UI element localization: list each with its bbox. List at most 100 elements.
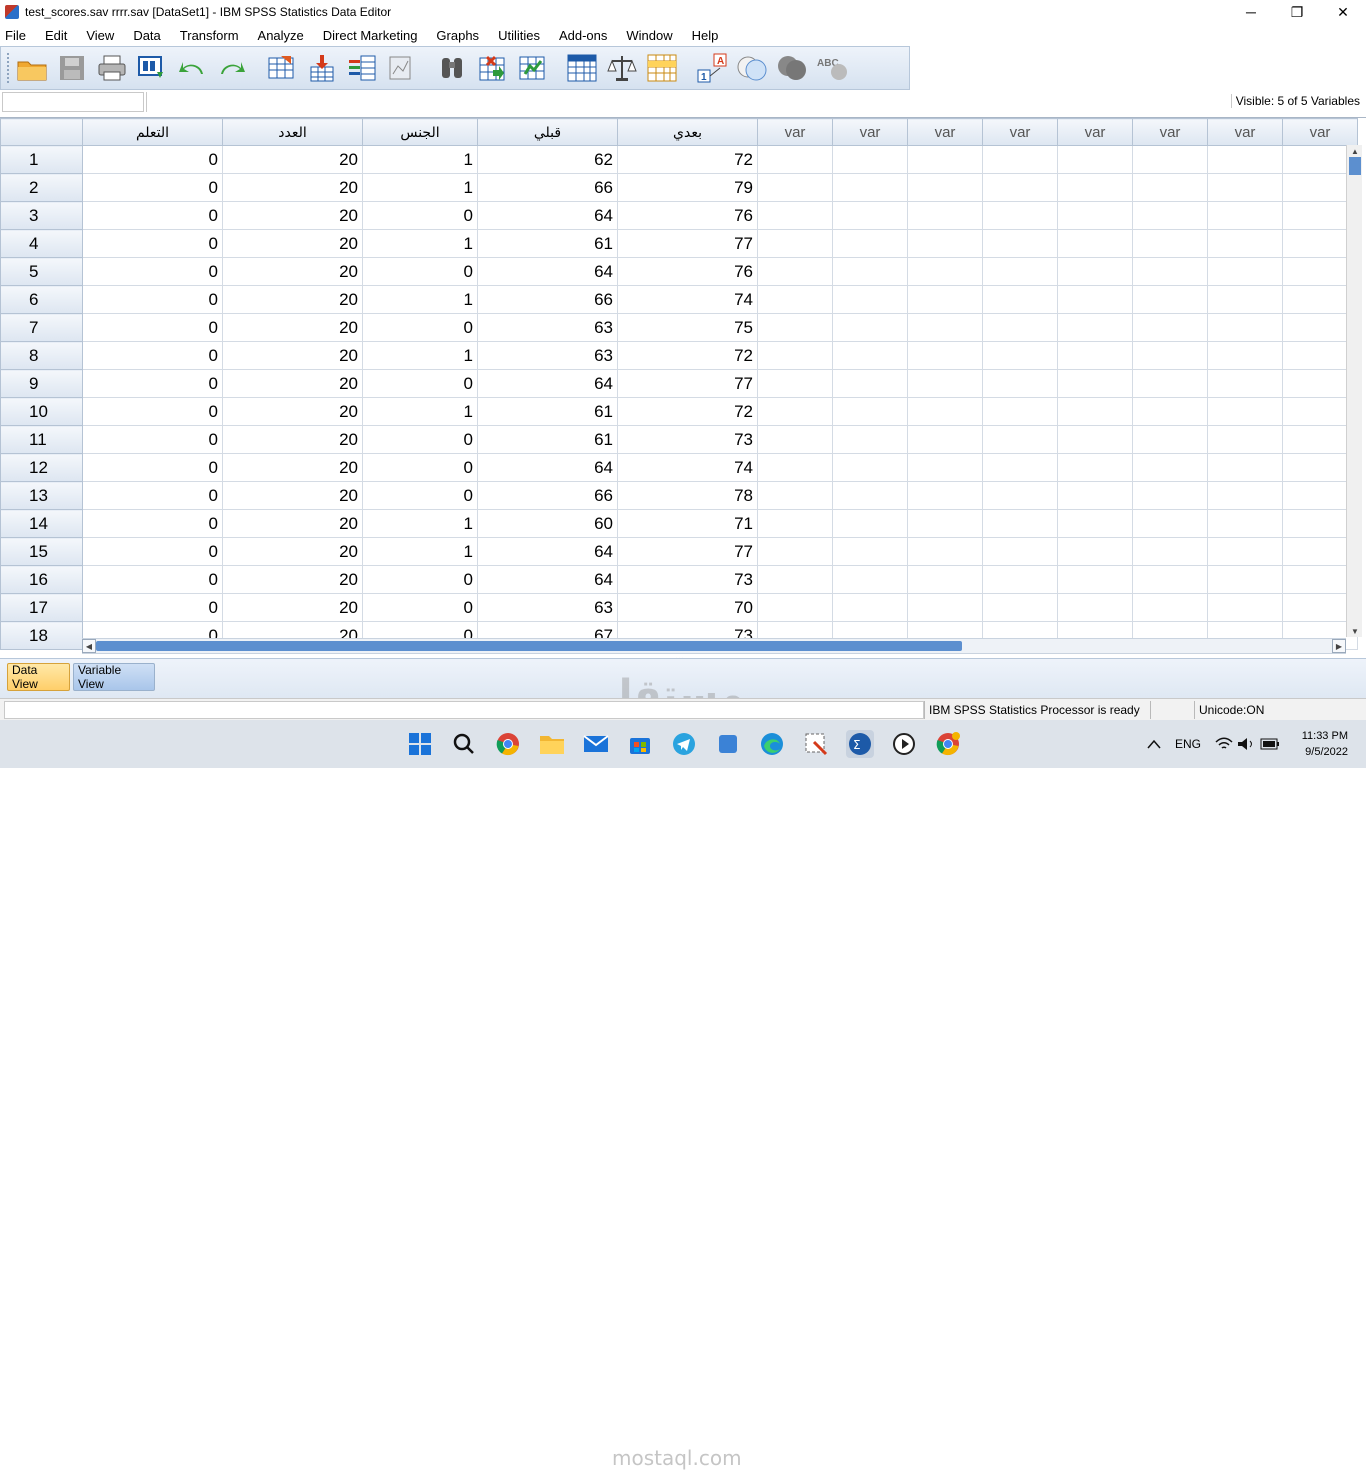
vertical-scrollbar[interactable]: ▲ ▼ [1346, 145, 1362, 637]
empty-cell[interactable] [1057, 257, 1133, 286]
data-cell[interactable]: 0 [82, 313, 223, 342]
empty-cell[interactable] [907, 397, 983, 426]
spss-taskbar-icon[interactable]: Σ [846, 730, 874, 758]
menu-graphs[interactable]: Graphs [431, 28, 485, 43]
chrome-profile-icon[interactable] [934, 730, 962, 758]
empty-cell[interactable] [757, 565, 833, 594]
run-descriptives-icon[interactable] [385, 51, 419, 85]
empty-cell[interactable] [1132, 145, 1208, 174]
search-icon[interactable] [450, 730, 478, 758]
empty-cell[interactable] [1057, 201, 1133, 230]
empty-cell[interactable] [832, 397, 908, 426]
empty-cell[interactable] [1057, 145, 1133, 174]
empty-cell[interactable] [832, 173, 908, 202]
data-cell[interactable]: 0 [362, 565, 478, 594]
empty-cell[interactable] [757, 369, 833, 398]
data-cell[interactable]: 20 [222, 481, 363, 510]
column-header-aljins[interactable]: الجنس [362, 118, 478, 146]
empty-cell[interactable] [757, 257, 833, 286]
empty-cell[interactable] [1132, 369, 1208, 398]
row-number-header[interactable]: 1 [0, 145, 83, 174]
empty-cell[interactable] [1132, 593, 1208, 622]
empty-cell[interactable] [757, 341, 833, 370]
data-cell[interactable]: 0 [82, 229, 223, 258]
tab-data-view[interactable]: Data View [7, 663, 70, 691]
empty-cell[interactable] [1207, 201, 1283, 230]
data-cell[interactable]: 0 [82, 481, 223, 510]
row-number-header[interactable]: 5 [0, 257, 83, 286]
column-header-qabli[interactable]: قبلي [477, 118, 618, 146]
data-cell[interactable]: 0 [82, 425, 223, 454]
empty-cell[interactable] [982, 537, 1058, 566]
empty-cell[interactable] [1057, 537, 1133, 566]
empty-cell[interactable] [1132, 341, 1208, 370]
media-player-icon[interactable] [890, 730, 918, 758]
empty-cell[interactable] [757, 425, 833, 454]
menu-edit[interactable]: Edit [40, 28, 73, 43]
data-cell[interactable]: 1 [362, 509, 478, 538]
mail-icon[interactable] [582, 730, 610, 758]
empty-cell[interactable] [1132, 453, 1208, 482]
telegram-icon[interactable] [670, 730, 698, 758]
data-cell[interactable]: 66 [477, 285, 618, 314]
empty-cell[interactable] [1057, 509, 1133, 538]
chrome-icon[interactable] [494, 730, 522, 758]
empty-cell[interactable] [1207, 425, 1283, 454]
select-cases-icon[interactable] [645, 51, 679, 85]
data-cell[interactable]: 0 [82, 257, 223, 286]
empty-cell[interactable] [1057, 229, 1133, 258]
column-header-var[interactable]: var [1132, 118, 1208, 146]
empty-cell[interactable] [832, 425, 908, 454]
empty-cell[interactable] [907, 453, 983, 482]
data-cell[interactable]: 62 [477, 145, 618, 174]
menu-add-ons[interactable]: Add-ons [554, 28, 613, 43]
empty-cell[interactable] [1057, 425, 1133, 454]
toolbar-grip[interactable] [7, 53, 11, 83]
weight-cases-icon[interactable] [605, 51, 639, 85]
empty-cell[interactable] [757, 593, 833, 622]
empty-cell[interactable] [982, 397, 1058, 426]
goto-variable-icon[interactable] [305, 51, 339, 85]
battery-icon[interactable] [1256, 730, 1284, 758]
data-cell[interactable]: 20 [222, 145, 363, 174]
empty-cell[interactable] [832, 229, 908, 258]
empty-cell[interactable] [1207, 565, 1283, 594]
empty-cell[interactable] [1132, 173, 1208, 202]
print-icon[interactable] [95, 51, 129, 85]
empty-cell[interactable] [832, 313, 908, 342]
empty-cell[interactable] [982, 509, 1058, 538]
empty-cell[interactable] [907, 593, 983, 622]
empty-cell[interactable] [1132, 481, 1208, 510]
row-number-header[interactable]: 15 [0, 537, 83, 566]
empty-cell[interactable] [1207, 313, 1283, 342]
empty-cell[interactable] [1207, 481, 1283, 510]
data-cell[interactable]: 76 [617, 257, 758, 286]
empty-cell[interactable] [907, 341, 983, 370]
taskbar-clock[interactable]: 11:33 PM 9/5/2022 [1302, 728, 1348, 760]
data-cell[interactable]: 74 [617, 453, 758, 482]
data-cell[interactable]: 0 [362, 313, 478, 342]
data-cell[interactable]: 63 [477, 593, 618, 622]
empty-cell[interactable] [982, 173, 1058, 202]
data-cell[interactable]: 0 [362, 257, 478, 286]
empty-cell[interactable] [1132, 285, 1208, 314]
data-cell[interactable]: 61 [477, 425, 618, 454]
data-cell[interactable]: 0 [82, 341, 223, 370]
menu-window[interactable]: Window [621, 28, 678, 43]
empty-cell[interactable] [1207, 285, 1283, 314]
empty-cell[interactable] [982, 145, 1058, 174]
redo-icon[interactable] [215, 51, 249, 85]
value-labels-icon[interactable]: A1 [695, 51, 729, 85]
data-cell[interactable]: 61 [477, 229, 618, 258]
data-cell[interactable]: 0 [82, 145, 223, 174]
empty-cell[interactable] [907, 257, 983, 286]
data-cell[interactable]: 20 [222, 593, 363, 622]
data-cell[interactable]: 76 [617, 201, 758, 230]
empty-cell[interactable] [982, 425, 1058, 454]
column-header-var[interactable]: var [1057, 118, 1133, 146]
data-cell[interactable]: 0 [362, 425, 478, 454]
data-cell[interactable]: 1 [362, 397, 478, 426]
empty-cell[interactable] [907, 173, 983, 202]
empty-cell[interactable] [832, 201, 908, 230]
empty-cell[interactable] [1132, 201, 1208, 230]
